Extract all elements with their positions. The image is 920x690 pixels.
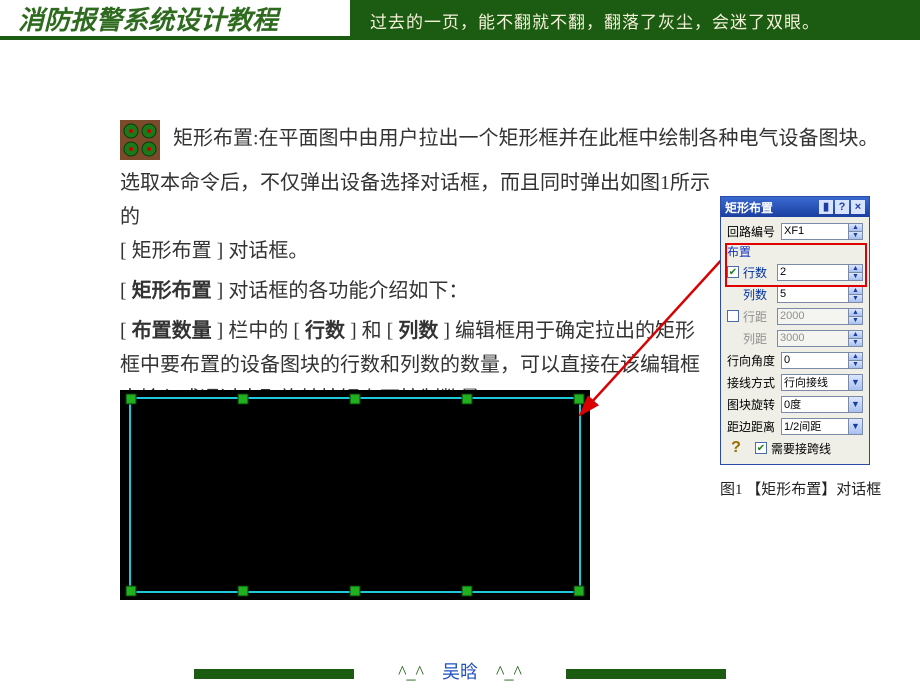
wire-value: 行向接线 bbox=[784, 374, 828, 390]
coldist-row: 列距 3000 ▲▼ bbox=[727, 328, 863, 348]
rowangle-row: 行向角度 0 ▲▼ bbox=[727, 350, 863, 370]
chevron-down-icon[interactable]: ▼ bbox=[848, 397, 862, 412]
coldist-label: 列距 bbox=[743, 330, 777, 347]
close-icon[interactable]: × bbox=[851, 200, 865, 214]
header-motto: 过去的一页，能不翻就不翻，翻落了灰尘，会迷了双眼。 bbox=[350, 0, 920, 40]
chevron-down-icon[interactable]: ▼ bbox=[848, 419, 862, 434]
rotate-row: 图块旋转 0度 ▼ bbox=[727, 394, 863, 414]
rotate-field[interactable]: 0度 ▼ bbox=[781, 396, 863, 413]
wire-row: 接线方式 行向接线 ▼ bbox=[727, 372, 863, 392]
pd-b1: 布置数量 bbox=[132, 320, 212, 342]
loop-value: XF1 bbox=[784, 225, 804, 237]
coldist-field: 3000 ▲▼ bbox=[777, 330, 863, 347]
cad-preview bbox=[120, 390, 590, 600]
rowdist-field: 2000 ▲▼ bbox=[777, 308, 863, 325]
cols-value: 5 bbox=[780, 288, 786, 300]
wire-field[interactable]: 行向接线 ▼ bbox=[781, 374, 863, 391]
intro-text: :在平面图中由用户拉出一个矩形框并在此框中绘制各种电气设备图块。 bbox=[253, 128, 879, 150]
rowangle-value: 0 bbox=[784, 354, 790, 366]
pd-b3: 列数 bbox=[398, 320, 438, 342]
help-row: ? ✔ 需要接跨线 bbox=[727, 438, 863, 458]
group-label: 布置 bbox=[727, 243, 863, 260]
pc-b1: 矩形布置 bbox=[132, 280, 212, 302]
edge-value: 1/2间距 bbox=[784, 418, 821, 434]
spin-icon[interactable]: ▲▼ bbox=[848, 265, 862, 280]
coldist-value: 3000 bbox=[780, 332, 804, 344]
dialog-titlebar[interactable]: 矩形布置 ▮ ? × bbox=[721, 197, 869, 217]
pc-pre: [ bbox=[120, 280, 132, 302]
cross-checkbox[interactable]: ✔ bbox=[755, 442, 767, 454]
pd3: ] 和 [ bbox=[345, 320, 398, 342]
pc-post: ] 对话框的各功能介绍如下： bbox=[212, 280, 469, 302]
loop-label: 回路编号 bbox=[727, 223, 781, 240]
slide-header: 消防报警系统设计教程 过去的一页，能不翻就不翻，翻落了灰尘，会迷了双眼。 bbox=[0, 0, 920, 40]
paragraph-1: 选取本命令后，不仅弹出设备选择对话框，而且同时弹出如图1所示的 [ 矩形布置 ]… bbox=[120, 166, 710, 268]
rowdist-row: 行距 2000 ▲▼ bbox=[727, 306, 863, 326]
cols-label: 列数 bbox=[743, 286, 777, 303]
spin-icon[interactable]: ▲▼ bbox=[848, 287, 862, 302]
spin-icon[interactable]: ▲▼ bbox=[848, 224, 862, 239]
rect-layout-dialog: 矩形布置 ▮ ? × 回路编号 XF1 ▲▼ 布置 ✔ 行数 2 ▲▼ 列数 bbox=[720, 196, 870, 465]
dialog-body: 回路编号 XF1 ▲▼ 布置 ✔ 行数 2 ▲▼ 列数 5 ▲▼ 行 bbox=[721, 217, 869, 464]
pd-b2: 行数 bbox=[305, 320, 345, 342]
spin-icon: ▲▼ bbox=[848, 331, 862, 346]
rows-label: 行数 bbox=[743, 264, 777, 281]
cols-row: 列数 5 ▲▼ bbox=[727, 284, 863, 304]
pd1: [ bbox=[120, 320, 132, 342]
rowdist-label: 行距 bbox=[743, 308, 777, 325]
rowangle-label: 行向角度 bbox=[727, 352, 781, 369]
footer-bar-right bbox=[566, 669, 726, 679]
rows-field[interactable]: 2 ▲▼ bbox=[777, 264, 863, 281]
para-a: 选取本命令后，不仅弹出设备选择对话框，而且同时弹出如图1所示的 bbox=[120, 172, 710, 228]
slide-footer: ^_^ 吴晗 ^_^ bbox=[0, 658, 920, 684]
cross-label: 需要接跨线 bbox=[771, 440, 831, 457]
question-icon[interactable]: ? bbox=[727, 439, 745, 457]
pd2: ] 栏中的 [ bbox=[212, 320, 305, 342]
chevron-down-icon[interactable]: ▼ bbox=[848, 375, 862, 390]
footer-smile-r: ^_^ bbox=[496, 662, 522, 682]
rows-checkbox[interactable]: ✔ bbox=[727, 266, 739, 278]
course-title: 消防报警系统设计教程 bbox=[0, 0, 350, 40]
device-grid-icon bbox=[120, 120, 160, 160]
edge-field[interactable]: 1/2间距 ▼ bbox=[781, 418, 863, 435]
footer-smile-l: ^_^ bbox=[398, 662, 424, 682]
rows-value: 2 bbox=[780, 266, 786, 278]
wire-label: 接线方式 bbox=[727, 374, 781, 391]
spin-icon: ▲▼ bbox=[848, 309, 862, 324]
spin-icon[interactable]: ▲▼ bbox=[848, 353, 862, 368]
intro-label: 矩形布置 bbox=[173, 128, 253, 150]
rowdist-value: 2000 bbox=[780, 310, 804, 322]
figure-caption: 图1 【矩形布置】对话框 bbox=[720, 478, 890, 499]
pin-icon[interactable]: ▮ bbox=[819, 200, 833, 214]
edge-row: 距边距离 1/2间距 ▼ bbox=[727, 416, 863, 436]
rowdist-checkbox[interactable] bbox=[727, 310, 739, 322]
rows-row: ✔ 行数 2 ▲▼ bbox=[727, 262, 863, 282]
help-icon[interactable]: ? bbox=[835, 200, 849, 214]
loop-field[interactable]: XF1 ▲▼ bbox=[781, 223, 863, 240]
dialog-title: 矩形布置 bbox=[725, 199, 773, 216]
loop-row: 回路编号 XF1 ▲▼ bbox=[727, 221, 863, 241]
para-b: [ 矩形布置 ] 对话框。 bbox=[120, 240, 308, 262]
rowangle-field[interactable]: 0 ▲▼ bbox=[781, 352, 863, 369]
edge-label: 距边距离 bbox=[727, 418, 781, 435]
footer-bar-left bbox=[194, 669, 354, 679]
cols-field[interactable]: 5 ▲▼ bbox=[777, 286, 863, 303]
rotate-value: 0度 bbox=[784, 396, 801, 412]
paragraph-2: [ 矩形布置 ] 对话框的各功能介绍如下： bbox=[120, 274, 710, 308]
rotate-label: 图块旋转 bbox=[727, 396, 781, 413]
footer-author: 吴晗 bbox=[442, 662, 478, 682]
intro-line: 矩形布置:在平面图中由用户拉出一个矩形框并在此框中绘制各种电气设备图块。 bbox=[120, 120, 900, 160]
